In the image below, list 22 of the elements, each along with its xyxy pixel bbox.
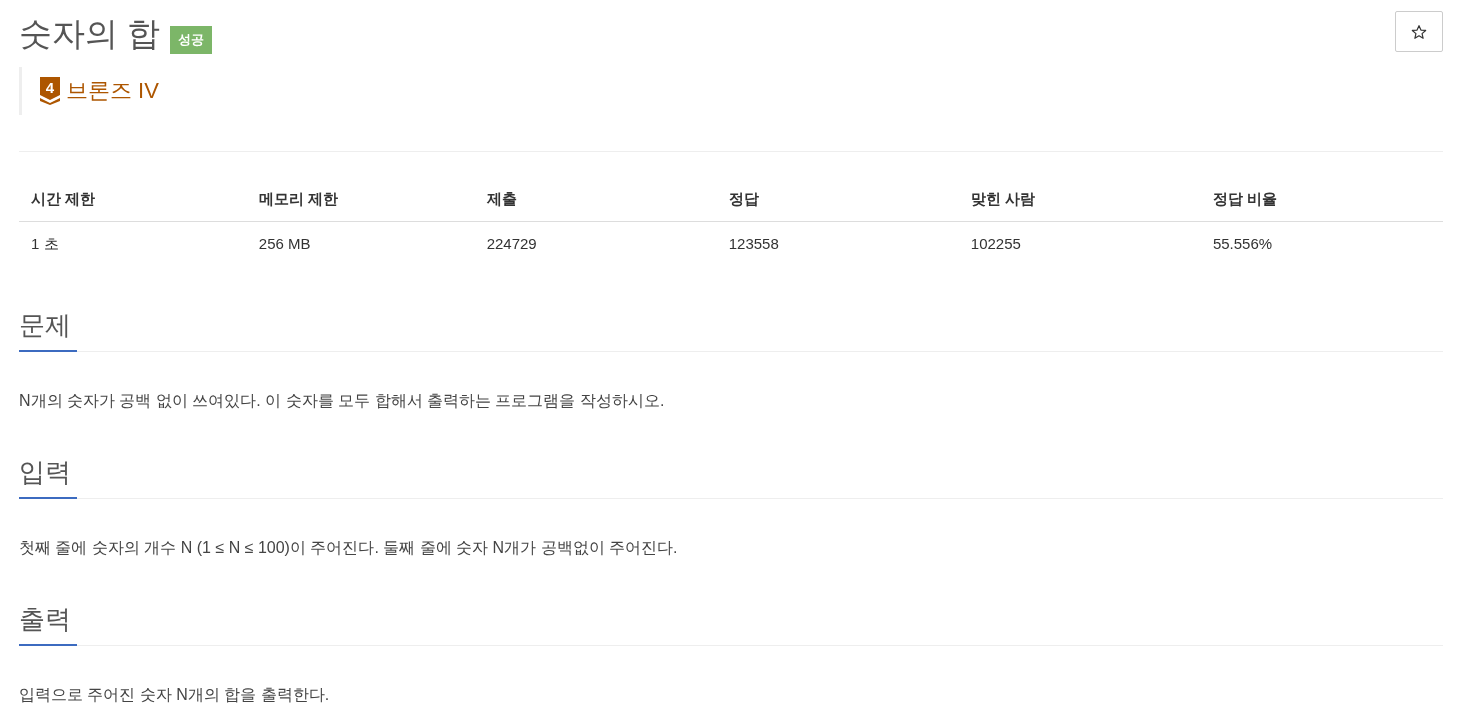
- section-text: N개의 숫자가 공백 없이 쓰여있다. 이 숫자를 모두 합해서 출력하는 프로그램을 작성하시오.: [19, 391, 666, 411]
- problem-title: 숫자의 합: [19, 14, 161, 54]
- section-heading: 입력: [19, 455, 77, 499]
- section-text: 첫째 줄에 숫자의 개수 N (1 ≤ N ≤ 100)이 주어진다. 둘째 줄에 숫자 N개가 공백없이 주어진다.: [19, 538, 679, 558]
- column-header: 정답 비율: [1200, 177, 1443, 222]
- section-heading: 출력: [19, 602, 77, 646]
- result-badge: 성공: [170, 26, 213, 54]
- section-text: 입력으로 주어진 숫자 N개의 합을 출력한다.: [19, 685, 331, 705]
- column-header: 메모리 제한: [246, 177, 475, 222]
- column-header: 시간 제한: [19, 177, 247, 222]
- table-cell: 123558: [716, 221, 959, 266]
- favorite-button[interactable]: [1395, 11, 1443, 52]
- table-cell: 224729: [474, 221, 717, 266]
- column-header: 제출: [474, 177, 717, 222]
- table-cell: 1 초: [19, 221, 247, 266]
- column-header: 정답: [716, 177, 959, 222]
- section-heading: 문제: [19, 308, 77, 352]
- table-cell: 102255: [958, 221, 1201, 266]
- column-header: 맞힌 사람: [958, 177, 1201, 222]
- table-cell: 256 MB: [246, 221, 475, 266]
- tier-label: 브론즈 IV: [66, 78, 159, 104]
- table-cell: 55.556%: [1200, 221, 1443, 266]
